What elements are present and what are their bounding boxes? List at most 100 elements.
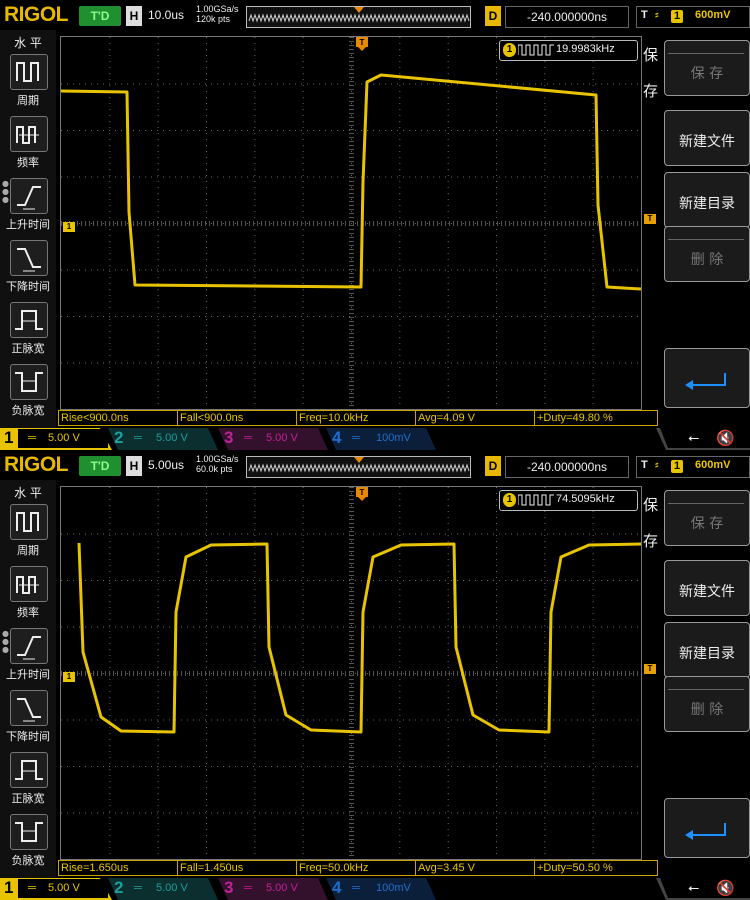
trigger-label: T [641, 459, 648, 471]
save-menu: 保 存 保 存 新建文件 新建目录 删 除 [640, 36, 750, 408]
positive-width-button[interactable] [10, 302, 48, 338]
graticule [60, 37, 642, 406]
save-menu: 保 存 保 存 新建文件 新建目录 删 除 [640, 486, 750, 858]
new-file-button[interactable]: 新建文件 [664, 560, 750, 616]
measurement-bar: Rise<900.0ns Fall<900.0ns Freq=10.0kHz A… [58, 410, 658, 426]
positive-width-button[interactable] [10, 752, 48, 788]
duty-measurement[interactable]: +Duty=49.80 % [534, 410, 658, 426]
sample-rate: 1.00GSa/s [196, 4, 239, 14]
trigger-source: 1 [671, 460, 683, 473]
trigger-position-marker[interactable]: T [356, 36, 368, 55]
delay-label: D [485, 6, 501, 26]
avg-measurement[interactable]: Avg=3.45 V [415, 860, 535, 876]
timebase-label: H [126, 456, 142, 476]
timebase-value[interactable]: 5.00us [148, 458, 184, 472]
channel-4-number: 4 [332, 428, 342, 447]
channel-3-tab[interactable]: 3 ═ 5.00 V [218, 428, 328, 450]
frequency-button[interactable] [10, 116, 48, 152]
fall-time-label: 下降时间 [6, 280, 50, 293]
page-dots: ● ● ● [2, 629, 9, 654]
memory-overview-strip[interactable] [246, 6, 471, 28]
rise-time-button[interactable] [10, 178, 48, 214]
speaker-icon[interactable]: 🔇 [716, 429, 735, 447]
negative-width-button[interactable] [10, 814, 48, 850]
delete-button[interactable]: 删 除 [664, 226, 750, 282]
run-status-badge[interactable]: T'D [79, 456, 121, 476]
back-button[interactable] [664, 798, 750, 858]
menu-title-1: 保 [643, 496, 659, 514]
svg-text:T: T [360, 488, 365, 497]
menu-title-1: 保 [643, 46, 659, 64]
scope-screen-top: RIGOL T'D H 10.0us 1.00GSa/s 120k pts D … [0, 0, 750, 450]
return-arrow-icon [685, 823, 726, 840]
rising-edge-icon: ⸗ [655, 9, 659, 21]
positive-width-label: 正脉宽 [11, 792, 45, 805]
channel-2-tab[interactable]: 2 ═ 5.00 V [108, 878, 218, 900]
delay-label: D [485, 456, 501, 476]
fall-measurement[interactable]: Fall=1.450us [177, 860, 297, 876]
return-arrow-icon [685, 373, 726, 390]
freq-measurement[interactable]: Freq=10.0kHz [296, 410, 416, 426]
frequency-button[interactable] [10, 566, 48, 602]
channel-2-number: 2 [114, 878, 124, 897]
fall-time-button[interactable] [10, 690, 48, 726]
trigger-panel[interactable]: T ⸗ 1 600mV [636, 6, 750, 28]
ch1-offset-marker[interactable]: 1 [63, 222, 75, 232]
period-button[interactable] [10, 504, 48, 540]
rise-time-button[interactable] [10, 628, 48, 664]
square-wave-icon [518, 494, 554, 506]
period-button[interactable] [10, 54, 48, 90]
run-status-badge[interactable]: T'D [79, 6, 121, 26]
new-file-button[interactable]: 新建文件 [664, 110, 750, 166]
channel-1-waveform [77, 542, 642, 734]
frequency-label: 频率 [17, 156, 39, 169]
memory-overview-strip[interactable] [246, 456, 471, 478]
channel-1-tab[interactable]: 1 ═ 5.00 V [0, 428, 112, 450]
channel-3-tab[interactable]: 3 ═ 5.00 V [218, 878, 328, 900]
period-label: 周期 [17, 94, 39, 107]
avg-measurement[interactable]: Avg=4.09 V [415, 410, 535, 426]
memory-waveform-icon [248, 7, 470, 23]
channel-2-tab[interactable]: 2 ═ 5.00 V [108, 428, 218, 450]
delay-value[interactable]: -240.000000ns [505, 456, 629, 478]
channel-1-tab[interactable]: 1 ═ 5.00 V [0, 878, 112, 900]
trigger-level: 600mV [695, 459, 731, 471]
status-area [656, 428, 750, 450]
trigger-source: 1 [671, 10, 683, 23]
back-button[interactable] [664, 348, 750, 408]
fall-time-button[interactable] [10, 240, 48, 276]
save-button[interactable]: 保 存 [664, 40, 750, 96]
waveform-display[interactable] [60, 36, 642, 410]
acquisition-info: 1.00GSa/s 120k pts [196, 4, 239, 24]
channel-bar: 1 ═ 5.00 V 2 ═ 5.00 V 3 ═ 5.00 V 4 ═ 100… [0, 878, 750, 900]
rise-measurement[interactable]: Rise<900.0ns [58, 410, 178, 426]
channel-2-scale: 5.00 V [156, 882, 188, 894]
ch1-offset-marker[interactable]: 1 [63, 672, 75, 682]
new-folder-button[interactable]: 新建目录 [664, 622, 750, 678]
speaker-icon[interactable]: 🔇 [716, 879, 735, 897]
delete-button[interactable]: 删 除 [664, 676, 750, 732]
fall-measurement[interactable]: Fall<900.0ns [177, 410, 297, 426]
new-folder-button[interactable]: 新建目录 [664, 172, 750, 228]
trigger-position-marker[interactable]: T [356, 486, 368, 505]
channel-4-tab[interactable]: 4 ═ 100mV [326, 878, 436, 900]
timebase-label: H [126, 6, 142, 26]
waveform-display[interactable] [60, 486, 642, 860]
timebase-value[interactable]: 10.0us [148, 8, 184, 22]
rise-measurement[interactable]: Rise=1.650us [58, 860, 178, 876]
trigger-panel[interactable]: T ⸗ 1 600mV [636, 456, 750, 478]
scope-screen-bottom: RIGOL T'D H 5.00us 1.00GSa/s 60.0k pts D… [0, 450, 750, 900]
menu-title-2: 存 [643, 532, 659, 550]
freq-measurement[interactable]: Freq=50.0kHz [296, 860, 416, 876]
top-status-bar: RIGOL T'D H 5.00us 1.00GSa/s 60.0k pts D… [0, 450, 750, 480]
duty-measurement[interactable]: +Duty=50.50 % [534, 860, 658, 876]
delay-value[interactable]: -240.000000ns [505, 6, 629, 28]
negative-width-button[interactable] [10, 364, 48, 400]
usb-icon: ⭠ [688, 430, 700, 446]
rise-time-label: 上升时间 [6, 668, 50, 681]
channel-4-tab[interactable]: 4 ═ 100mV [326, 428, 436, 450]
square-wave-icon [518, 44, 554, 56]
rising-edge-icon: ⸗ [655, 459, 659, 471]
save-button[interactable]: 保 存 [664, 490, 750, 546]
channel-3-number: 3 [224, 878, 234, 897]
